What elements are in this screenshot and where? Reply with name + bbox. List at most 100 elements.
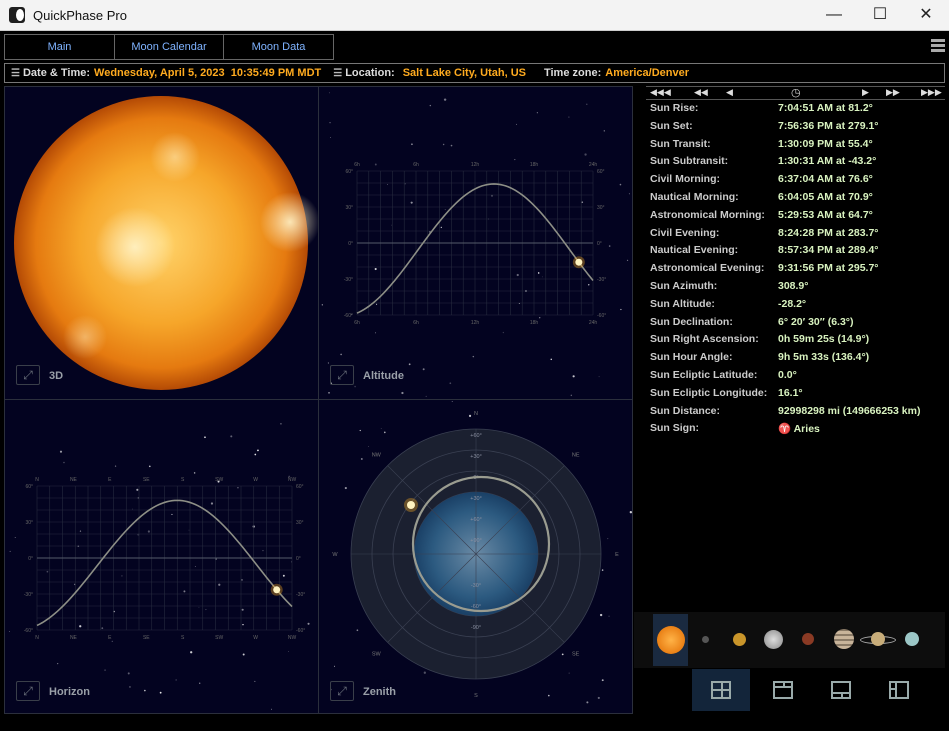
step-forward-icon[interactable]: ▶	[862, 87, 869, 98]
datetime-menu-icon[interactable]: ☰	[11, 68, 20, 79]
star	[599, 613, 603, 617]
timezone-value[interactable]: America/Denver	[605, 67, 689, 79]
y-tick-label: 60°	[597, 169, 605, 175]
forward-icon[interactable]: ▶▶	[886, 87, 900, 98]
sun-data-value: 1:30:09 PM at 55.4°	[778, 137, 873, 150]
side-split-icon	[889, 681, 909, 699]
expand-3d-icon[interactable]: ⤢	[16, 365, 40, 385]
expand-altitude-icon[interactable]: ⤢	[330, 365, 354, 385]
sun-data-label: Civil Morning:	[650, 173, 720, 186]
star	[127, 672, 130, 675]
star	[376, 303, 378, 305]
sun-data-row: Sun Transit: 1:30:09 PM at 55.4°	[650, 138, 945, 156]
y-tick-label: -60°	[24, 628, 33, 634]
panel-3d[interactable]: ⤢ 3D	[4, 86, 319, 400]
now-clock-icon[interactable]: ◷	[791, 86, 801, 99]
layout-grid-2x2-button[interactable]	[692, 669, 750, 711]
star	[328, 392, 330, 394]
star	[572, 375, 575, 378]
tab-moon-calendar[interactable]: Moon Calendar	[115, 35, 224, 59]
star	[329, 121, 331, 124]
location-menu-icon[interactable]: ☰	[333, 68, 342, 79]
panel-zenith[interactable]: N NE E SE S SW W NW +60° +30° 0° +30° +60° -30° -60° -9…	[318, 399, 633, 714]
altitude-ring-label: +60°	[470, 517, 482, 523]
star	[204, 436, 206, 439]
mars-body-icon[interactable]	[802, 633, 814, 645]
sun-data-value: 0.0°	[778, 368, 797, 381]
top-split-icon	[773, 681, 793, 699]
sun-data-value: 6° 20′ 30″ (6.3°)	[778, 315, 854, 328]
sun-data-row: Sun Declination: 6° 20′ 30″ (6.3°)	[650, 316, 945, 334]
hamburger-menu-icon[interactable]	[931, 39, 945, 52]
star	[307, 622, 310, 625]
location-label: Location:	[345, 67, 395, 79]
x-tick-label: 24h	[589, 320, 598, 326]
minimize-button[interactable]: —	[811, 0, 857, 31]
star	[440, 226, 442, 229]
layout-side-split-button[interactable]	[870, 669, 928, 711]
back-icon[interactable]: ◀◀	[694, 87, 708, 98]
sun-data-value: 6:37:04 AM at 76.6°	[778, 173, 873, 186]
fast-forward-icon[interactable]: ▶▶▶	[921, 87, 942, 98]
star	[79, 530, 82, 532]
layout-bottom-split-button[interactable]	[812, 669, 870, 711]
step-back-icon[interactable]: ◀	[726, 87, 733, 98]
tab-main[interactable]: Main	[5, 35, 115, 59]
star	[516, 273, 519, 277]
jupiter-body-icon[interactable]	[834, 629, 854, 649]
sun-body-icon[interactable]	[657, 626, 685, 654]
layout-top-split-button[interactable]	[754, 669, 812, 711]
compass-label: E	[615, 552, 619, 558]
star	[628, 193, 630, 195]
star	[451, 401, 453, 402]
sun-data-row: Sun Subtransit: 1:30:31 AM at -43.2°	[650, 155, 945, 173]
y-tick-label: 0°	[348, 241, 353, 247]
uranus-body-icon[interactable]	[905, 632, 919, 646]
y-tick-label: -30°	[344, 277, 353, 283]
star	[442, 143, 445, 146]
fast-back-icon[interactable]: ◀◀◀	[650, 87, 671, 98]
star	[218, 583, 221, 586]
sun-data-label: Sun Transit:	[650, 137, 711, 150]
star	[410, 201, 413, 204]
window-title: QuickPhase Pro	[33, 8, 127, 23]
x-tick-label: W	[253, 635, 258, 641]
y-tick-label: 60°	[25, 484, 33, 490]
sun-data-label: Sun Ecliptic Latitude:	[650, 368, 758, 381]
sun-data-row: Sun Azimuth: 308.9°	[650, 280, 945, 298]
panel-horizon[interactable]: 60° 60° 30° 30° 0° 0° -30° -30° -60° -60° N N NE NE E E…	[4, 399, 319, 714]
close-button[interactable]: ✕	[903, 0, 949, 31]
star	[601, 679, 604, 682]
panel-label-3d: 3D	[49, 370, 64, 382]
star	[598, 376, 600, 378]
panel-label-horizon: Horizon	[49, 686, 90, 698]
tab-moon-data[interactable]: Moon Data	[224, 35, 333, 59]
x-tick-label: 12h	[471, 320, 480, 326]
y-tick-label: 30°	[597, 205, 605, 211]
location-value[interactable]: Salt Lake City, Utah, US	[403, 67, 526, 79]
mercury-body-icon[interactable]	[702, 636, 709, 643]
expand-zenith-icon[interactable]: ⤢	[330, 681, 354, 701]
saturn-body-icon[interactable]	[871, 632, 885, 646]
star	[502, 331, 504, 334]
moon-body-icon[interactable]	[764, 630, 783, 649]
altitude-ring-label: -60°	[471, 604, 481, 610]
sun-data-value: 0h 59m 25s (14.9°)	[778, 333, 870, 346]
x-tick-label: NW	[288, 635, 297, 641]
sun-data-value: 8:24:28 PM at 283.7°	[778, 226, 879, 239]
sun-data-row: Sun Set: 7:56:36 PM at 279.1°	[650, 120, 945, 138]
sun-data-row: Civil Morning: 6:37:04 AM at 76.6°	[650, 173, 945, 191]
zenith-chart: NNEESESSWWNW+60°+30°0°+30°+60°-30°-60°-9…	[329, 401, 632, 704]
sun-data-label: Civil Evening:	[650, 226, 720, 239]
datetime-value[interactable]: Wednesday, April 5, 2023 10:35:49 PM MDT	[94, 67, 321, 79]
x-tick-label: S	[181, 635, 185, 641]
star	[443, 98, 447, 101]
panel-altitude[interactable]: 60° 60° 30° 30° 0° 0° -30° -30° -60° -60° 6h 6h 6h 6h…	[318, 86, 633, 400]
maximize-button[interactable]: ☐	[857, 0, 903, 31]
star	[340, 353, 342, 356]
expand-horizon-icon[interactable]: ⤢	[16, 681, 40, 701]
star	[561, 653, 564, 656]
star	[148, 465, 151, 468]
y-tick-label: 0°	[28, 556, 33, 562]
venus-body-icon[interactable]	[733, 633, 746, 646]
